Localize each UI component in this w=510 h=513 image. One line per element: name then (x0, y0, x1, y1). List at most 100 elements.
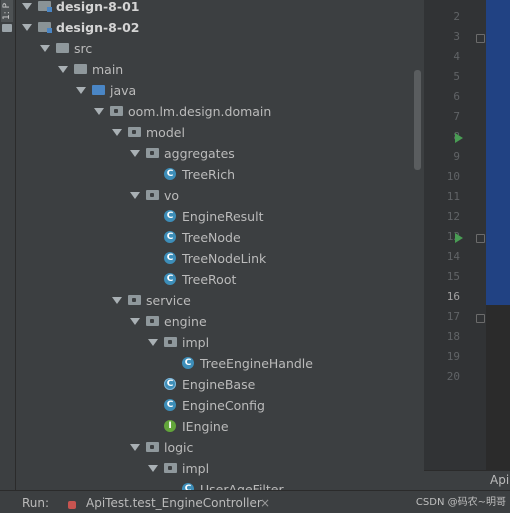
expand-arrow-icon[interactable] (22, 24, 32, 31)
tree-row[interactable]: logic (16, 437, 424, 458)
tree-row-label: main (92, 62, 124, 77)
line-number: 9 (453, 150, 460, 163)
line-number: 7 (453, 110, 460, 123)
tree-scrollbar[interactable] (414, 70, 421, 170)
line-number: 10 (446, 170, 460, 183)
package-icon (164, 337, 177, 347)
tree-row[interactable]: aggregates (16, 143, 424, 164)
tree-row[interactable]: design-8-01 (16, 0, 424, 17)
line-number: 4 (453, 50, 460, 63)
expand-arrow-icon[interactable] (130, 192, 140, 199)
tree-row[interactable]: oom.lm.design.domain (16, 101, 424, 122)
project-tree[interactable]: design-8-01 design-8-02 src main java oom.lm.… (16, 0, 424, 490)
expand-arrow-icon[interactable] (94, 108, 104, 115)
tree-row[interactable]: service (16, 290, 424, 311)
expand-arrow-icon[interactable] (112, 129, 122, 136)
expand-arrow-icon[interactable] (22, 3, 32, 10)
class-icon: C (182, 357, 194, 369)
tree-row[interactable]: C TreeNode (16, 227, 424, 248)
expand-arrow-icon[interactable] (130, 318, 140, 325)
line-number: 17 (446, 310, 460, 323)
tree-row[interactable]: C TreeNodeLink (16, 248, 424, 269)
folder-icon (2, 24, 12, 32)
class-icon: C (164, 168, 176, 180)
editor-selection-area[interactable] (486, 0, 510, 305)
tree-row[interactable]: java (16, 80, 424, 101)
folder-icon (56, 43, 69, 53)
tree-row[interactable]: C TreeRoot (16, 269, 424, 290)
tree-row-label: logic (164, 440, 194, 455)
tree-row[interactable]: model (16, 122, 424, 143)
tree-row[interactable]: engine (16, 311, 424, 332)
editor-gutter: 2 3 4 5 6 7 8 9 10 11 12 13 14 15 16 17 18 19 20 (424, 0, 486, 470)
module-icon (38, 22, 52, 33)
tree-row[interactable]: C EngineResult (16, 206, 424, 227)
tree-row-label: engine (164, 314, 207, 329)
run-config-tab[interactable]: ApiTest.test_EngineController (86, 496, 262, 510)
tree-row-label: EngineBase (182, 377, 256, 392)
tree-row[interactable]: design-8-02 (16, 17, 424, 38)
run-gutter-icon[interactable] (455, 133, 463, 143)
module-icon (38, 1, 52, 12)
project-tool-tab[interactable]: 1: P (1, 0, 13, 22)
tree-row[interactable]: vo (16, 185, 424, 206)
class-icon: C (164, 231, 176, 243)
tree-row-label: TreeNode (182, 230, 241, 245)
expand-arrow-icon[interactable] (58, 66, 68, 73)
run-gutter-icon[interactable] (455, 233, 463, 243)
test-config-icon (68, 501, 76, 509)
package-icon (146, 190, 159, 200)
tree-row[interactable]: C EngineConfig (16, 395, 424, 416)
tree-row[interactable]: I IEngine (16, 416, 424, 437)
tree-row[interactable]: C TreeEngineHandle (16, 353, 424, 374)
close-icon[interactable]: × (260, 496, 270, 510)
expand-arrow-icon[interactable] (148, 339, 158, 346)
tree-row-label: impl (182, 335, 210, 350)
class-icon: C (182, 483, 194, 490)
class-icon: C (164, 252, 176, 264)
fold-marker-icon[interactable] (476, 34, 485, 43)
tree-row-label: EngineResult (182, 209, 264, 224)
tree-row[interactable]: C EngineBase (16, 374, 424, 395)
tree-row[interactable]: C UserAgeFilter (16, 479, 424, 490)
editor-area[interactable] (486, 305, 510, 470)
run-label: Run: (22, 496, 50, 510)
tree-row-label: TreeRich (182, 167, 235, 182)
fold-marker-icon[interactable] (476, 234, 485, 243)
tree-row-label: model (146, 125, 185, 140)
tree-row-label: vo (164, 188, 180, 203)
package-icon (164, 463, 177, 473)
watermark: CSDN @码农~明哥 (415, 497, 506, 508)
expand-arrow-icon[interactable] (76, 87, 86, 94)
expand-arrow-icon[interactable] (112, 297, 122, 304)
interface-icon: I (164, 420, 176, 432)
line-number: 3 (453, 30, 460, 43)
line-number: 19 (446, 350, 460, 363)
tool-window-strip: 1: P (0, 0, 16, 490)
line-number: 5 (453, 70, 460, 83)
tree-row[interactable]: C TreeRich (16, 164, 424, 185)
expand-arrow-icon[interactable] (148, 465, 158, 472)
tree-row[interactable]: main (16, 59, 424, 80)
class-icon: C (164, 273, 176, 285)
tree-row-label: TreeNodeLink (182, 251, 267, 266)
expand-arrow-icon[interactable] (130, 150, 140, 157)
line-number: 12 (446, 210, 460, 223)
tree-row-label: TreeEngineHandle (200, 356, 313, 371)
tree-row-label: service (146, 293, 191, 308)
editor-tab-label[interactable]: Api (490, 473, 509, 487)
line-number: 20 (446, 370, 460, 383)
tree-row-label: IEngine (182, 419, 229, 434)
tree-row[interactable]: src (16, 38, 424, 59)
tree-row-label: design-8-01 (56, 0, 140, 14)
expand-arrow-icon[interactable] (130, 444, 140, 451)
expand-arrow-icon[interactable] (40, 45, 50, 52)
tree-row[interactable]: impl (16, 332, 424, 353)
fold-marker-icon[interactable] (476, 314, 485, 323)
abstract-class-icon: C (164, 378, 176, 390)
tree-row-label: EngineConfig (182, 398, 265, 413)
tree-row-label: impl (182, 461, 210, 476)
line-number: 15 (446, 270, 460, 283)
folder-icon (74, 64, 87, 74)
tree-row[interactable]: impl (16, 458, 424, 479)
